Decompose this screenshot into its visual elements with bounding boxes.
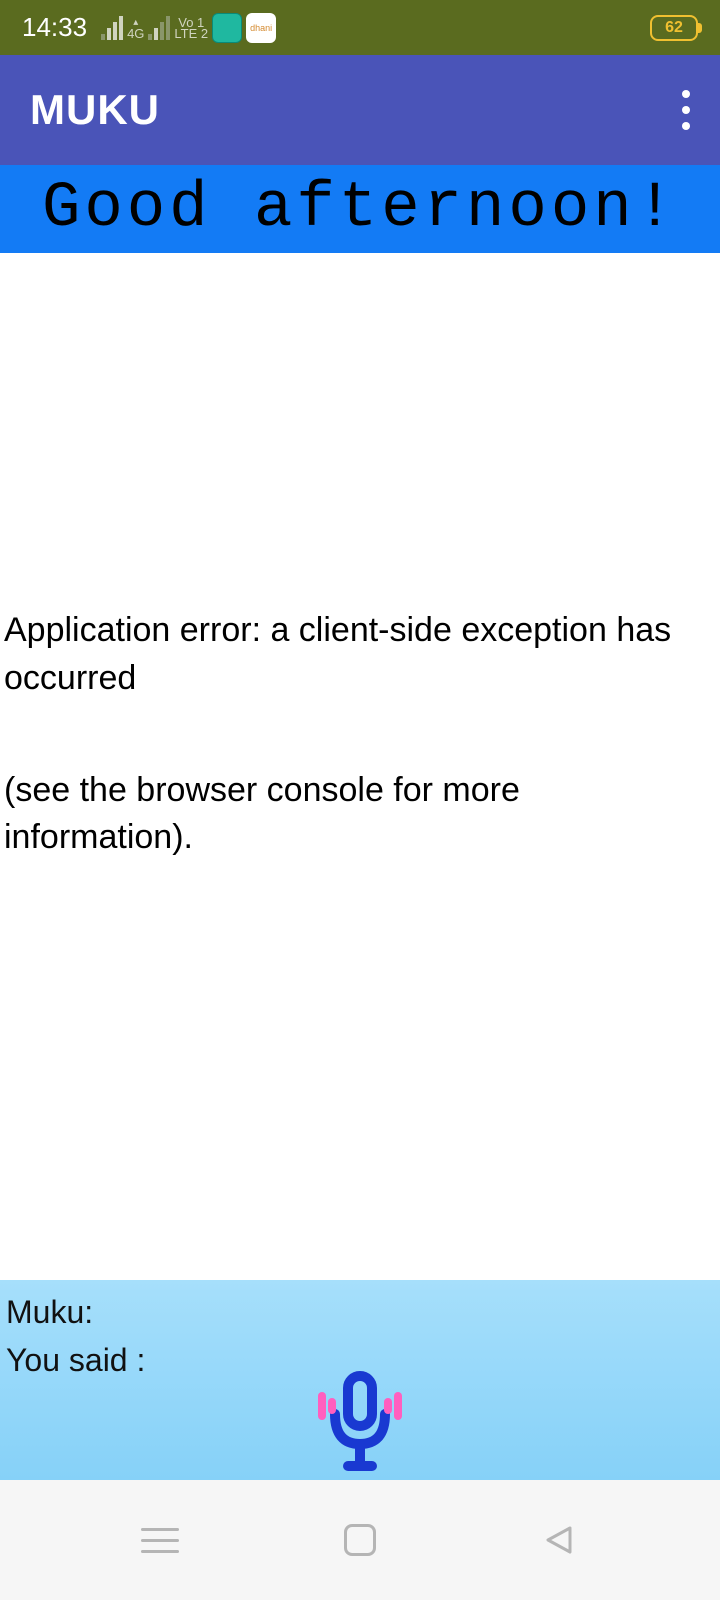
- greeting-banner: Good afternoon!: [0, 165, 720, 253]
- error-line-1: Application error: a client-side excepti…: [4, 607, 716, 702]
- more-options-icon[interactable]: [682, 90, 690, 130]
- network-label-4g: ▴ 4G: [127, 17, 144, 39]
- greeting-text: Good afternoon!: [42, 173, 678, 245]
- muku-response-label: Muku:: [6, 1288, 714, 1336]
- notification-app-icon-2: dhani: [246, 13, 276, 43]
- hamburger-icon: [141, 1528, 179, 1553]
- status-bar: 14:33 ▴ 4G Vo 1 LTE 2: [0, 0, 720, 55]
- home-button[interactable]: [335, 1515, 385, 1565]
- network-label-volte: Vo 1 LTE 2: [174, 17, 208, 39]
- recent-apps-button[interactable]: [135, 1515, 185, 1565]
- voice-panel: Muku: You said :: [0, 1280, 720, 1480]
- signal-icon: [101, 16, 123, 40]
- microphone-icon: [310, 1370, 410, 1480]
- error-line-2: (see the browser console for more inform…: [4, 767, 716, 862]
- status-left: 14:33 ▴ 4G Vo 1 LTE 2: [22, 12, 276, 43]
- battery-icon: 62: [650, 15, 698, 41]
- signal-icon-2: [148, 16, 170, 40]
- notification-app-icon-1: [212, 13, 242, 43]
- back-triangle-icon: [542, 1522, 578, 1558]
- status-time: 14:33: [22, 12, 87, 43]
- navigation-bar: [0, 1480, 720, 1600]
- back-button[interactable]: [535, 1515, 585, 1565]
- main-content: Application error: a client-side excepti…: [0, 253, 720, 1280]
- app-bar: MUKU: [0, 55, 720, 165]
- status-icons: ▴ 4G Vo 1 LTE 2 dhani: [101, 13, 276, 43]
- app-title: MUKU: [30, 86, 160, 134]
- microphone-button[interactable]: [310, 1370, 410, 1480]
- square-icon: [344, 1524, 376, 1556]
